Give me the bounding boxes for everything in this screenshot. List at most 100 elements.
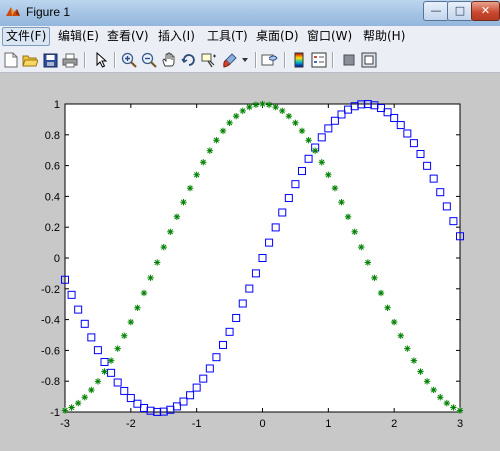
asterisk-marker — [140, 289, 148, 297]
minimize-button[interactable]: — — [423, 1, 449, 21]
menu-view[interactable]: 查看(V) — [104, 28, 152, 45]
show-plot-tools-icon[interactable] — [360, 51, 378, 69]
menubar: 文件(F) 编辑(E) 查看(V) 插入(I) 工具(T) 桌面(D) 窗口(W… — [0, 26, 500, 48]
maximize-button[interactable]: □ — [447, 1, 473, 21]
toolbar-separator — [332, 52, 334, 68]
asterisk-marker — [239, 107, 246, 115]
data-cursor-icon[interactable] — [200, 51, 218, 69]
colorbar-icon[interactable] — [290, 51, 308, 69]
figure-toolbar — [0, 48, 500, 73]
asterisk-marker — [364, 259, 372, 266]
asterisk-marker — [200, 159, 207, 166]
plot-svg[interactable]: -3 -2 -1 0 1 2 3 1 0.8 0.6 0.4 0.2 0 -0.2 -0.4 -0.6 -0.8… — [0, 73, 500, 451]
asterisk-marker — [127, 318, 135, 326]
menu-window[interactable]: 窗口(W) — [304, 28, 355, 45]
asterisk-marker — [252, 101, 260, 108]
legend-icon[interactable] — [310, 51, 328, 69]
asterisk-marker — [232, 112, 240, 120]
axes-box — [64, 103, 461, 413]
rotate-3d-icon[interactable] — [180, 51, 198, 69]
y-tick-label: 0.8 — [45, 130, 60, 142]
asterisk-marker — [121, 332, 128, 339]
asterisk-marker — [305, 137, 312, 144]
asterisk-marker — [219, 127, 227, 135]
asterisk-marker — [358, 243, 365, 251]
asterisk-marker — [423, 378, 431, 385]
asterisk-marker — [81, 394, 88, 401]
zoom-out-icon[interactable] — [140, 51, 158, 69]
asterisk-marker — [167, 228, 174, 236]
asterisk-marker — [272, 103, 279, 111]
asterisk-marker — [456, 407, 464, 414]
window-title: Figure 1 — [26, 5, 71, 19]
asterisk-marker — [325, 171, 332, 178]
menu-tools[interactable]: 工具(T) — [204, 28, 251, 45]
x-tick-label: 2 — [391, 418, 397, 430]
asterisk-marker — [246, 103, 253, 111]
asterisk-marker — [134, 304, 141, 311]
y-tick-label: 0 — [54, 253, 60, 265]
asterisk-marker — [186, 184, 194, 192]
pan-hand-icon[interactable] — [160, 51, 178, 69]
window-titlebar[interactable]: Figure 1 — □ ✕ — [0, 0, 500, 27]
asterisk-marker — [61, 407, 69, 414]
asterisk-marker — [338, 198, 345, 206]
axes: -3 -2 -1 0 1 2 3 1 0.8 0.6 0.4 0.2 0 -0.2 -0.4 -0.6 -0.8… — [41, 99, 463, 430]
brush-dropdown-chevron-icon[interactable] — [240, 51, 250, 69]
brush-icon[interactable] — [222, 51, 240, 69]
link-plot-icon[interactable] — [261, 51, 279, 69]
y-tick-label: 0.2 — [45, 222, 60, 234]
print-icon[interactable] — [61, 51, 79, 69]
asterisk-marker — [114, 345, 121, 352]
asterisk-marker — [285, 112, 293, 120]
toolbar-separator — [114, 52, 116, 68]
asterisk-marker — [311, 147, 319, 154]
save-icon[interactable] — [41, 51, 59, 69]
x-tick-label: 0 — [259, 418, 265, 430]
asterisk-marker — [160, 243, 167, 251]
menu-edit[interactable]: 编辑(E) — [55, 28, 102, 45]
asterisk-marker — [259, 100, 266, 108]
edit-plot-arrow-icon[interactable] — [92, 51, 110, 69]
menu-help[interactable]: 帮助(H) — [360, 28, 408, 45]
asterisk-marker — [206, 147, 214, 154]
hide-plot-tools-icon[interactable] — [340, 51, 358, 69]
x-tick-label: 3 — [457, 418, 463, 430]
asterisk-marker — [147, 274, 154, 282]
y-tick-label: -0.2 — [41, 284, 60, 296]
asterisk-marker — [193, 171, 200, 178]
asterisk-marker — [437, 394, 444, 401]
asterisk-marker — [226, 119, 233, 127]
zoom-in-icon[interactable] — [120, 51, 138, 69]
open-file-icon[interactable] — [21, 51, 39, 69]
y-tick-label: 1 — [54, 99, 60, 111]
x-tick-label: 1 — [325, 418, 331, 430]
menu-insert[interactable]: 插入(I) — [155, 28, 198, 45]
asterisk-marker — [351, 228, 358, 236]
toolbar-separator — [84, 52, 86, 68]
asterisk-marker — [107, 357, 115, 364]
close-button[interactable]: ✕ — [471, 1, 500, 21]
menu-file[interactable]: 文件(F) — [2, 27, 51, 46]
asterisk-marker — [101, 368, 108, 375]
menu-desktop[interactable]: 桌面(D) — [253, 28, 302, 45]
asterisk-marker — [94, 378, 102, 385]
asterisk-marker — [318, 159, 325, 166]
asterisk-marker — [450, 404, 457, 411]
y-tick-label: -0.4 — [41, 315, 60, 327]
x-tick-label: -3 — [60, 418, 70, 430]
asterisk-marker — [68, 404, 75, 411]
new-figure-icon[interactable] — [2, 51, 20, 69]
asterisk-marker — [384, 304, 391, 311]
asterisk-marker — [344, 213, 352, 221]
asterisk-marker — [74, 399, 82, 407]
y-tick-label: -1 — [50, 407, 60, 419]
asterisk-marker — [213, 137, 220, 144]
asterisk-marker — [173, 213, 181, 221]
y-tick-label: 0.4 — [45, 191, 60, 203]
asterisk-marker — [417, 368, 424, 375]
toolbar-separator — [284, 52, 286, 68]
asterisk-marker — [153, 259, 161, 266]
x-tick-label: -2 — [126, 418, 136, 430]
asterisk-marker — [390, 318, 398, 326]
